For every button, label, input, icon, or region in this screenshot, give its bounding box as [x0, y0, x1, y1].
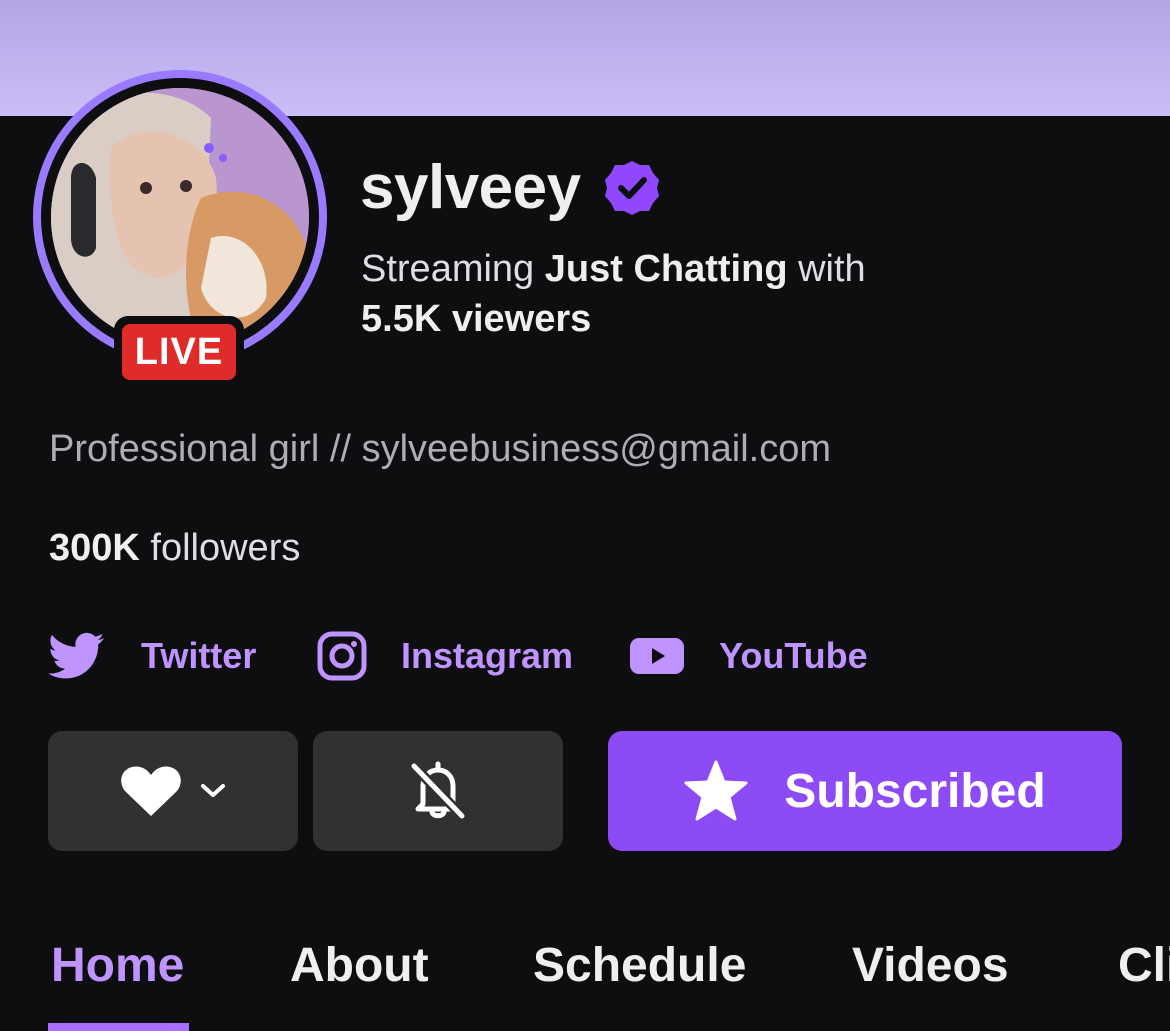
social-link-label: Twitter [141, 635, 257, 676]
social-link-twitter[interactable]: Twitter [49, 626, 256, 686]
subscribe-button-label: Subscribed [784, 764, 1046, 818]
live-badge: LIVE [114, 316, 244, 388]
stream-status: Streaming Just Chatting with 5.5K viewer… [361, 244, 1081, 344]
active-tab-indicator [48, 1023, 189, 1031]
stream-prefix: Streaming [361, 248, 535, 290]
social-link-label: Instagram [401, 635, 574, 676]
followers-label: followers [150, 527, 301, 569]
social-link-instagram[interactable]: Instagram [317, 626, 573, 686]
channel-name: sylveey [360, 153, 581, 222]
social-link-youtube[interactable]: YouTube [630, 626, 868, 686]
channel-tabs: Home About Schedule Videos Cli [0, 930, 1170, 1031]
twitter-icon [49, 632, 105, 679]
bell-off-icon [410, 761, 466, 820]
star-icon [684, 760, 748, 821]
social-link-label: YouTube [719, 635, 868, 676]
stream-category-link[interactable]: Just Chatting [545, 248, 788, 290]
avatar [51, 88, 309, 346]
tab-home[interactable]: Home [51, 938, 184, 993]
heart-icon [121, 766, 181, 816]
viewer-count: 5.5K viewers [361, 298, 592, 340]
avatar-image [51, 88, 309, 346]
tab-about[interactable]: About [290, 938, 429, 993]
followers-number: 300K [49, 527, 140, 569]
notifications-button[interactable] [313, 731, 563, 851]
subscribe-button[interactable]: Subscribed [608, 731, 1122, 851]
channel-bio: Professional girl // sylveebusiness@gmai… [49, 428, 831, 470]
stream-suffix: with [798, 248, 866, 290]
chevron-down-icon [201, 784, 225, 797]
tab-schedule[interactable]: Schedule [533, 938, 746, 993]
tab-videos[interactable]: Videos [852, 938, 1009, 993]
channel-header: sylveey [360, 152, 661, 223]
live-badge-label: LIVE [122, 324, 236, 380]
tab-clips[interactable]: Cli [1118, 938, 1170, 993]
instagram-icon [317, 631, 367, 681]
channel-page: LIVE sylveey Streaming Just Chatting wit… [0, 0, 1170, 1031]
verified-badge-icon [604, 160, 659, 215]
follower-count: 300K followers [49, 527, 300, 570]
youtube-icon [630, 638, 684, 674]
follow-button[interactable] [48, 731, 298, 851]
